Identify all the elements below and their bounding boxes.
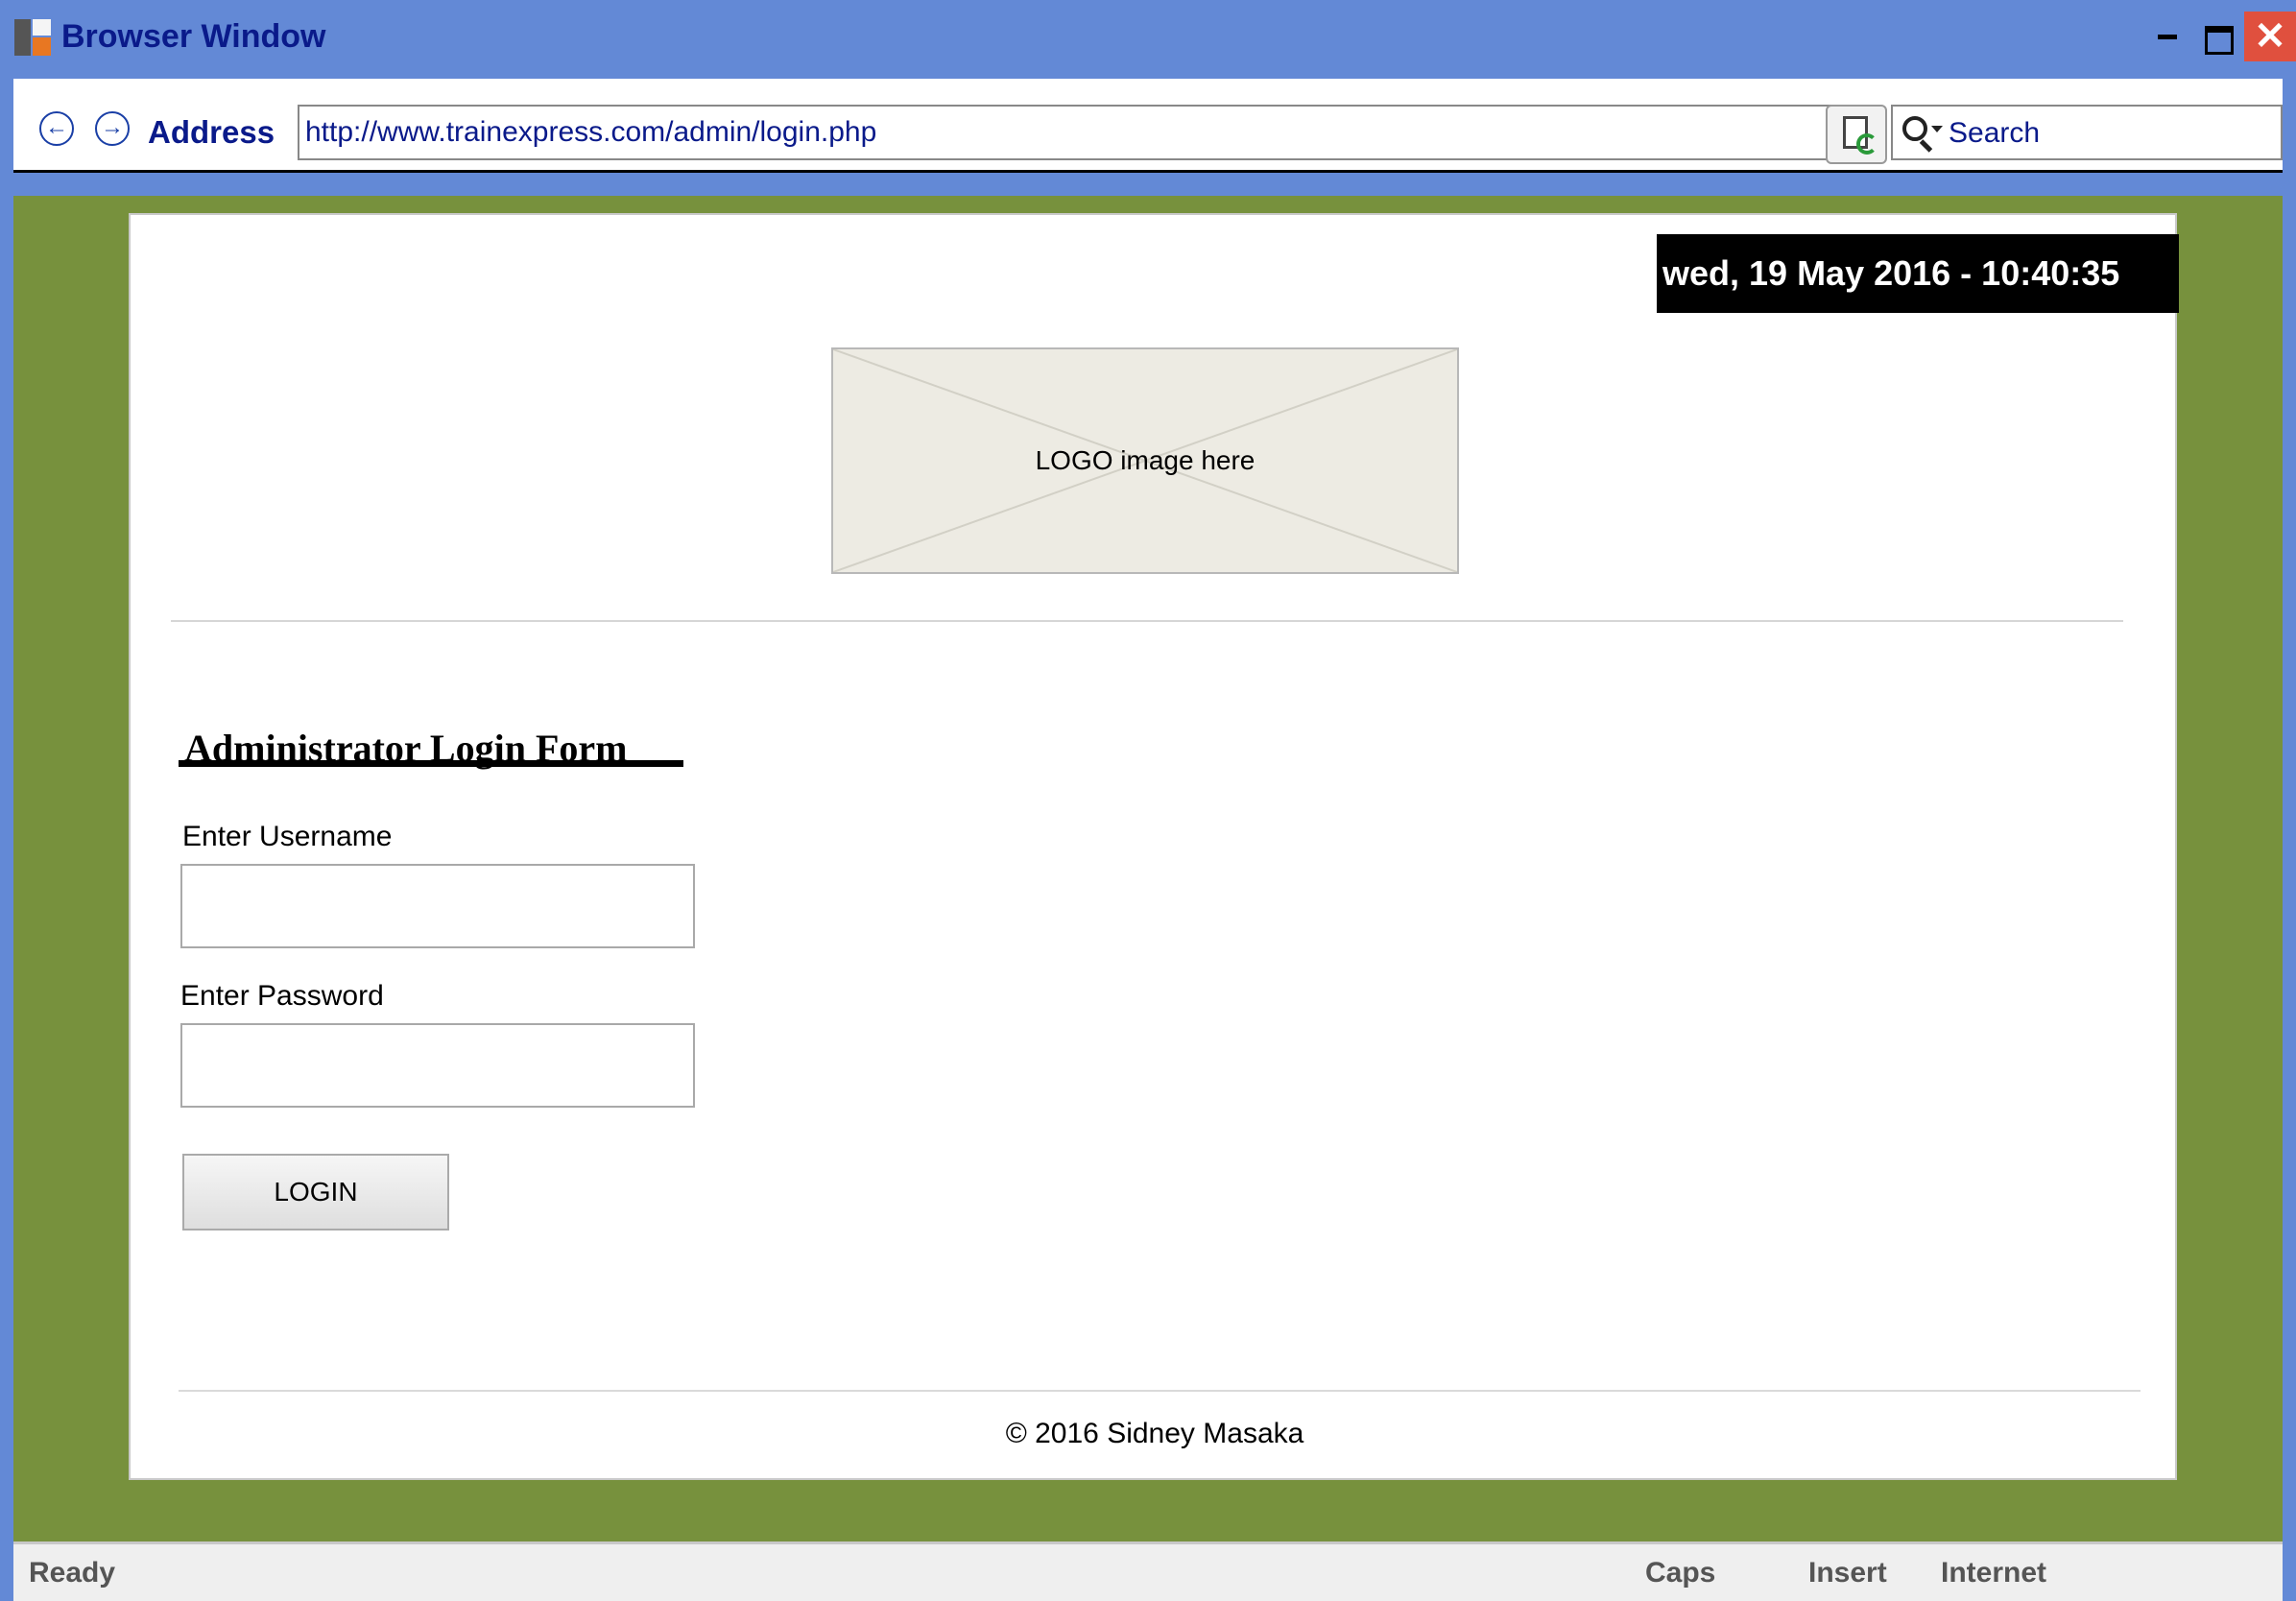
chevron-down-icon[interactable] [1931, 126, 1943, 132]
app-icon [14, 19, 51, 56]
login-page: wed, 19 May 2016 - 10:40:35 LOGO image h… [129, 213, 2179, 1480]
back-icon[interactable]: ← [39, 111, 74, 146]
heading-underline [179, 760, 683, 767]
logo-label: LOGO image here [1035, 445, 1256, 475]
status-internet: Internet [1941, 1557, 2047, 1589]
forward-icon[interactable]: → [95, 111, 130, 146]
search-placeholder: Search [1949, 117, 2041, 149]
address-toolbar: ← → Address http://www.trainexpress.com/… [13, 79, 2283, 173]
search-input[interactable]: Search [1891, 105, 2283, 160]
status-bar: Ready Caps Insert Internet [13, 1541, 2283, 1601]
username-field[interactable] [180, 864, 695, 948]
login-button[interactable]: LOGIN [182, 1154, 449, 1231]
browser-window: Browser Window ✕ ← → Address http://www.… [0, 0, 2296, 1601]
datetime-display: wed, 19 May 2016 - 10:40:35 [1657, 234, 2179, 313]
header-divider [171, 620, 2123, 622]
refresh-icon[interactable] [1826, 105, 1887, 164]
address-input[interactable]: http://www.trainexpress.com/admin/login.… [298, 105, 1835, 160]
status-caps: Caps [1645, 1557, 1716, 1589]
address-label: Address [148, 114, 275, 150]
search-icon[interactable] [1902, 116, 1927, 141]
password-label: Enter Password [180, 980, 384, 1012]
status-ready: Ready [29, 1557, 116, 1589]
status-insert: Insert [1808, 1557, 1887, 1589]
footer-divider [179, 1390, 2141, 1392]
username-label: Enter Username [182, 821, 393, 852]
minimize-icon[interactable] [2154, 21, 2185, 52]
maximize-icon[interactable] [2202, 21, 2234, 55]
footer-copyright: © 2016 Sidney Masaka [1005, 1418, 1304, 1449]
logo-placeholder: LOGO image here [831, 347, 1459, 574]
password-field[interactable] [180, 1023, 695, 1108]
browser-content: wed, 19 May 2016 - 10:40:35 LOGO image h… [13, 196, 2283, 1541]
window-title: Browser Window [61, 18, 326, 55]
title-bar[interactable]: Browser Window ✕ [0, 0, 2296, 79]
close-icon[interactable]: ✕ [2244, 12, 2296, 61]
